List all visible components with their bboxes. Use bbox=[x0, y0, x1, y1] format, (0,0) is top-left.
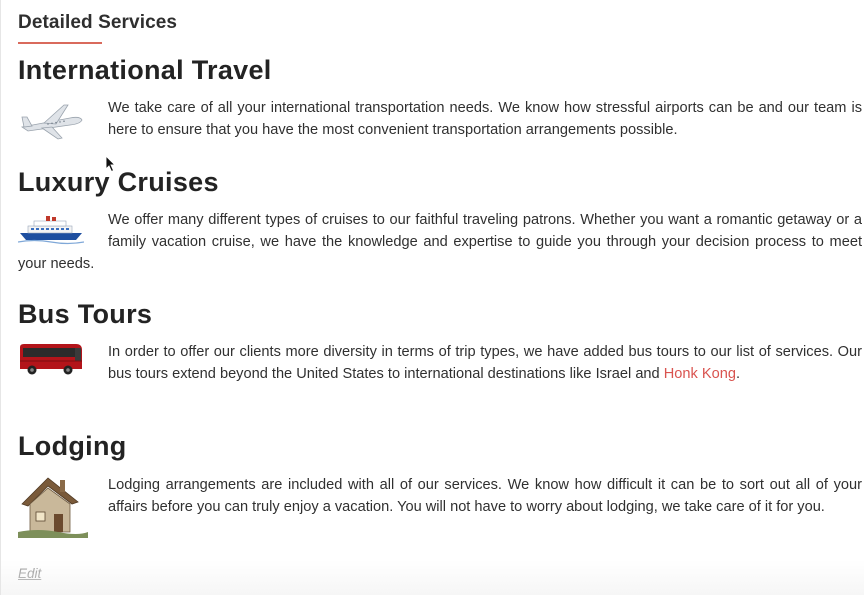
description-international-travel: We take care of all your international t… bbox=[108, 100, 862, 138]
airplane-icon bbox=[18, 97, 106, 141]
cruise-ship-icon bbox=[17, 209, 106, 253]
cottage-icon bbox=[18, 474, 106, 540]
section-title: Detailed Services bbox=[18, 12, 178, 33]
heading-luxury-cruises: Luxury Cruises bbox=[18, 167, 219, 197]
heading-bus-tours: Bus Tours bbox=[18, 299, 153, 329]
mouse-cursor-icon bbox=[105, 155, 117, 173]
service-lodging: Lodging arrangements are included with a… bbox=[18, 474, 862, 540]
bus-tours-text-end: . bbox=[735, 366, 741, 382]
edit-link[interactable]: Edit bbox=[18, 566, 41, 581]
service-luxury-cruises: We offer many different types of cruises… bbox=[17, 209, 862, 275]
honk-kong-link[interactable]: Honk Kong bbox=[664, 366, 736, 382]
section-title-underline bbox=[18, 42, 102, 44]
description-lodging: Lodging arrangements are included with a… bbox=[108, 477, 862, 515]
description-bus-tours: In order to offer our clients more diver… bbox=[18, 341, 862, 385]
service-international-travel: We take care of all your international t… bbox=[18, 97, 862, 141]
description-luxury-cruises: We offer many different types of cruises… bbox=[18, 212, 862, 272]
services-page: Detailed Services International Travel W… bbox=[0, 0, 864, 595]
bus-tours-text: In order to offer our clients more diver… bbox=[108, 344, 862, 382]
heading-lodging: Lodging bbox=[18, 431, 127, 461]
heading-international-travel: International Travel bbox=[18, 55, 272, 85]
bottom-fade bbox=[1, 560, 864, 595]
bus-icon bbox=[18, 341, 106, 385]
service-bus-tours: In order to offer our clients more diver… bbox=[18, 341, 862, 385]
